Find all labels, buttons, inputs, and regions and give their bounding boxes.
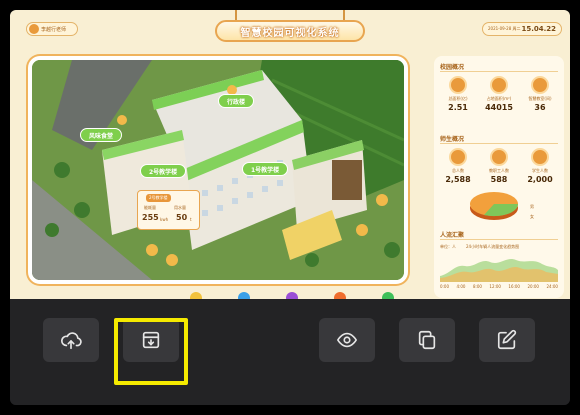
- axis-tick: 12:00: [489, 284, 501, 289]
- popup-header: 2号教学楼: [146, 194, 171, 202]
- stat-label: 总人数: [452, 168, 464, 173]
- avatar: [29, 24, 39, 34]
- stat-staff: 教职工人数 588: [479, 148, 519, 184]
- nav-dot-icon[interactable]: [286, 292, 298, 299]
- copy-button[interactable]: [399, 318, 455, 362]
- section-campus-title: 校园概况: [440, 64, 465, 71]
- campus-scene: 行政楼 风味食堂 2号教学楼 1号教学楼 2号教学楼 能耗量 用水量 255 k…: [28, 56, 408, 284]
- label-admin-building[interactable]: 行政楼: [218, 94, 255, 108]
- nav-dot-icon[interactable]: [334, 292, 346, 299]
- stats-panel: 校园概况 总面积(亿) 2.51 占地面积(m²) 44015 智慧教室(间) …: [434, 56, 564, 298]
- label-teaching-building-1[interactable]: 1号教学楼: [242, 162, 289, 176]
- flow-caption: 24小时车辆人流量变化趋势图: [466, 244, 520, 249]
- student-icon: [531, 148, 549, 166]
- axis-tick: 16:00: [508, 284, 520, 289]
- popup-water-value: 50: [176, 213, 188, 222]
- cloud-upload-icon: [61, 332, 82, 350]
- flow-unit: 单位：人: [440, 244, 456, 249]
- datetime-chip: 2021-09-28 周二 15.04.22: [482, 22, 562, 36]
- nav-dot-icon[interactable]: [190, 292, 202, 299]
- dashboard-header: 李越行老师 智慧校园可视化系统 2021-09-28 周二 15.04.22: [10, 10, 570, 44]
- stat-label: 教职工人数: [489, 168, 509, 173]
- section-flow-title: 人流汇聚: [440, 232, 465, 239]
- stat-label: 智慧教室(间): [528, 96, 552, 101]
- popup-water-unit: t: [190, 217, 192, 222]
- stat-total-area: 总面积(亿) 2.51: [438, 76, 478, 112]
- axis-tick: 24:00: [546, 284, 558, 289]
- teacher-icon: [490, 148, 508, 166]
- stat-value: 2,000: [527, 175, 553, 184]
- axis-tick: 0:00: [440, 284, 449, 289]
- popup-water-label: 用水量: [174, 205, 186, 210]
- campus-illustration: [32, 60, 404, 280]
- stat-value: 36: [534, 103, 546, 112]
- stat-students: 学生人数 2,000: [520, 148, 560, 184]
- flow-axis: 0:00 4:00 8:00 12:00 16:00 20:00 24:00: [440, 284, 558, 289]
- popup-energy-unit: kwh: [160, 217, 169, 222]
- stat-value: 2,588: [445, 175, 471, 184]
- upload-cloud-button[interactable]: [43, 318, 99, 362]
- divider: [440, 71, 558, 72]
- stat-value: 44015: [485, 103, 513, 112]
- divider: [440, 239, 558, 240]
- label-teaching-building-2[interactable]: 2号教学楼: [140, 164, 187, 178]
- screen-icon: [531, 76, 549, 94]
- selection-highlight: [114, 318, 188, 385]
- gender-donut-chart: [470, 192, 519, 220]
- time-text: 15.04.22: [521, 25, 556, 33]
- date-text: 2021-09-28 周二: [488, 26, 521, 31]
- nav-dot-icon[interactable]: [238, 292, 250, 299]
- dashboard-preview: 李越行老师 智慧校园可视化系统 2021-09-28 周二 15.04.22 行…: [10, 10, 570, 299]
- edit-icon: [497, 329, 517, 350]
- building-info-popup: 2号教学楼 能耗量 用水量 255 kwh 50 t: [137, 190, 200, 230]
- edit-button[interactable]: [479, 318, 535, 362]
- stat-label: 总面积(亿): [448, 96, 468, 101]
- legend-female: 女: [530, 214, 534, 219]
- dashboard-title: 智慧校园可视化系统: [215, 20, 365, 42]
- coin-icon: [449, 76, 467, 94]
- preview-button[interactable]: [319, 318, 375, 362]
- popup-energy-label: 能耗量: [144, 205, 156, 210]
- nav-dot-icon[interactable]: [382, 292, 394, 299]
- stat-label: 学生人数: [532, 168, 548, 173]
- people-icon: [449, 148, 467, 166]
- axis-tick: 8:00: [472, 284, 482, 289]
- bottom-nav-icons: [190, 292, 400, 299]
- stat-total-people: 总人数 2,588: [438, 148, 478, 184]
- stat-smart-classrooms: 智慧教室(间) 36: [520, 76, 560, 112]
- stat-land-area: 占地面积(m²) 44015: [479, 76, 519, 112]
- label-dining-hall[interactable]: 风味食堂: [80, 128, 123, 142]
- user-chip: 李越行老师: [26, 22, 78, 36]
- stat-label: 占地面积(m²): [486, 96, 512, 101]
- popup-energy-value: 255: [142, 213, 159, 222]
- eye-icon: [337, 332, 357, 348]
- stat-value: 2.51: [448, 103, 468, 112]
- axis-tick: 20:00: [527, 284, 539, 289]
- stat-value: 588: [490, 175, 508, 184]
- section-people-title: 师生概况: [440, 136, 465, 143]
- axis-tick: 4:00: [456, 284, 466, 289]
- divider: [440, 143, 558, 144]
- house-icon: [490, 76, 508, 94]
- user-name: 李越行老师: [41, 26, 67, 33]
- copy-icon: [418, 330, 436, 350]
- legend-male: 男: [530, 204, 534, 209]
- flow-trend-chart: [440, 259, 558, 282]
